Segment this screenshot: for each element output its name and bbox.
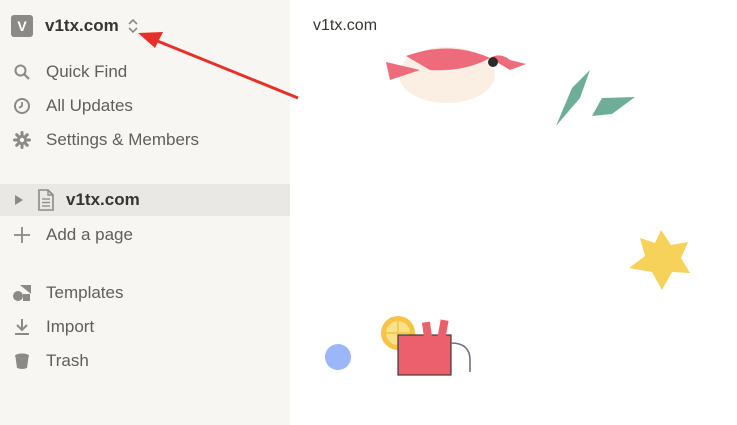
gear-icon <box>11 129 33 151</box>
empty-page-illustration <box>325 47 690 376</box>
triangle-right-icon[interactable] <box>14 194 26 206</box>
settings-members-label: Settings & Members <box>46 130 200 149</box>
workspace-avatar: V <box>11 15 33 37</box>
import-item[interactable]: Import <box>0 311 290 343</box>
templates-label: Templates <box>46 283 124 302</box>
trash-label: Trash <box>46 351 89 370</box>
document-icon <box>38 189 54 211</box>
leaf-illustration <box>592 97 635 116</box>
page-item-v1tx[interactable]: v1tx.com <box>0 184 290 216</box>
clock-icon <box>11 95 33 117</box>
search-icon <box>11 61 33 83</box>
templates-item[interactable]: Templates <box>0 277 290 309</box>
download-icon <box>11 316 33 338</box>
import-label: Import <box>46 317 95 336</box>
chevron-updown-icon[interactable] <box>127 17 139 35</box>
trash-item[interactable]: Trash <box>0 345 290 377</box>
star-illustration <box>629 230 690 290</box>
quick-find-label: Quick Find <box>46 62 128 81</box>
workspace-switcher[interactable]: V v1tx.com <box>0 8 290 44</box>
shapes-icon <box>11 282 33 304</box>
bird-illustration <box>386 47 526 103</box>
workspace-name: v1tx.com <box>45 16 119 35</box>
quick-find-item[interactable]: Quick Find <box>0 56 290 88</box>
add-page-button[interactable]: Add a page <box>0 219 290 251</box>
settings-members-item[interactable]: Settings & Members <box>0 124 290 156</box>
add-page-label: Add a page <box>46 225 133 244</box>
page-title-label: v1tx.com <box>66 190 140 209</box>
all-updates-item[interactable]: All Updates <box>0 90 290 122</box>
plus-icon <box>11 224 33 246</box>
trash-icon <box>11 350 33 372</box>
sidebar: V v1tx.com Quick Find All Updates Settin… <box>0 0 290 425</box>
ball-illustration <box>325 344 351 370</box>
all-updates-label: All Updates <box>46 96 133 115</box>
leaf-illustration <box>556 70 590 126</box>
